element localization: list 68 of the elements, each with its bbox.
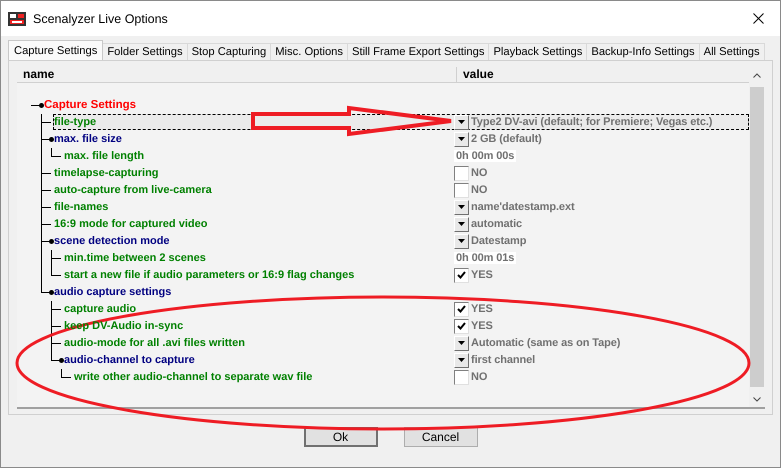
chevron-up-icon: [753, 72, 761, 78]
tree-item[interactable]: write other audio-channel to separate wav file: [74, 371, 454, 383]
caret-icon: [458, 120, 465, 124]
tree-item[interactable]: Capture Settings: [44, 99, 454, 111]
tree-item[interactable]: start a new file if audio parameters or 16:9 flag changes: [64, 269, 454, 281]
caret-icon: [458, 222, 465, 226]
column-header: value: [462, 67, 494, 82]
caret-icon: [458, 341, 465, 345]
tree-item[interactable]: capture audio: [64, 303, 454, 315]
tree-item[interactable]: file-names: [54, 201, 454, 213]
window-title: Scenalyzer Live Options: [33, 12, 168, 26]
tree-item[interactable]: audio-channel to capture: [64, 354, 454, 366]
tree-item[interactable]: max. file size: [54, 133, 454, 145]
value-text: Datestamp: [471, 235, 526, 247]
tab[interactable]: Still Frame Export Settings: [347, 43, 490, 60]
app-icon: [8, 12, 26, 26]
tab[interactable]: All Settings: [698, 43, 765, 60]
dropdown-button[interactable]: [454, 234, 469, 248]
value-text: 2 GB (default): [471, 133, 542, 145]
value-text: NO: [471, 167, 488, 179]
chevron-down-icon: [753, 396, 761, 402]
tab[interactable]: Stop Capturing: [186, 43, 272, 60]
dropdown-button[interactable]: [454, 132, 469, 146]
tree-item[interactable]: 16:9 mode for captured video: [54, 218, 454, 230]
tree-item[interactable]: auto-capture from live-camera: [54, 184, 454, 196]
value-text: Automatic (same as on Tape): [471, 337, 620, 349]
tree-item[interactable]: timelapse-capturing: [54, 167, 454, 179]
tree-item[interactable]: audio capture settings: [54, 286, 454, 298]
tab[interactable]: Misc. Options: [270, 43, 348, 60]
dropdown-button[interactable]: [454, 352, 469, 368]
checkbox[interactable]: [454, 268, 469, 282]
checkbox[interactable]: [454, 182, 469, 198]
checkbox[interactable]: [454, 166, 469, 180]
caret-icon: [458, 205, 465, 209]
tab[interactable]: Backup-Info Settings: [586, 43, 700, 60]
dropdown-button[interactable]: [454, 336, 469, 350]
tree-item[interactable]: file-type: [54, 116, 454, 128]
value-text: Type2 DV-avi (default; for Premiere; Vegas etc.): [471, 116, 712, 128]
checkbox[interactable]: [454, 302, 469, 316]
scrollbar-thumb[interactable]: [750, 87, 764, 387]
dropdown-button[interactable]: [454, 200, 469, 214]
value-text: YES: [471, 320, 493, 332]
checkbox[interactable]: [454, 318, 469, 334]
value-text: NO: [471, 184, 488, 196]
value-text: automatic: [471, 218, 522, 230]
checkbox[interactable]: [454, 370, 469, 384]
tree-item[interactable]: min.time between 2 scenes: [64, 252, 454, 264]
value-text: YES: [471, 303, 493, 315]
caret-icon: [458, 137, 465, 141]
caret-icon: [458, 239, 465, 243]
value-text: first channel: [471, 354, 536, 366]
dropdown-button[interactable]: [454, 114, 469, 130]
close-icon[interactable]: [753, 13, 764, 24]
value-text: NO: [471, 371, 488, 383]
dropdown-button[interactable]: [454, 216, 469, 232]
caret-icon: [458, 358, 465, 362]
tab[interactable]: Capture Settings: [8, 40, 104, 60]
check-icon: [457, 271, 466, 279]
column-header: name: [17, 67, 457, 82]
time-field[interactable]: 0h 00m 01s: [454, 252, 516, 264]
tree-item[interactable]: scene detection mode: [54, 235, 454, 247]
time-field[interactable]: 0h 00m 00s: [454, 150, 516, 162]
tree-item[interactable]: max. file length: [64, 150, 454, 162]
tab[interactable]: Playback Settings: [488, 43, 588, 60]
value-text: YES: [471, 269, 493, 281]
value-text: name'datestamp.ext: [471, 201, 575, 213]
tab[interactable]: Folder Settings: [102, 43, 188, 60]
tree-item[interactable]: audio-mode for all .avi files written: [64, 337, 454, 349]
